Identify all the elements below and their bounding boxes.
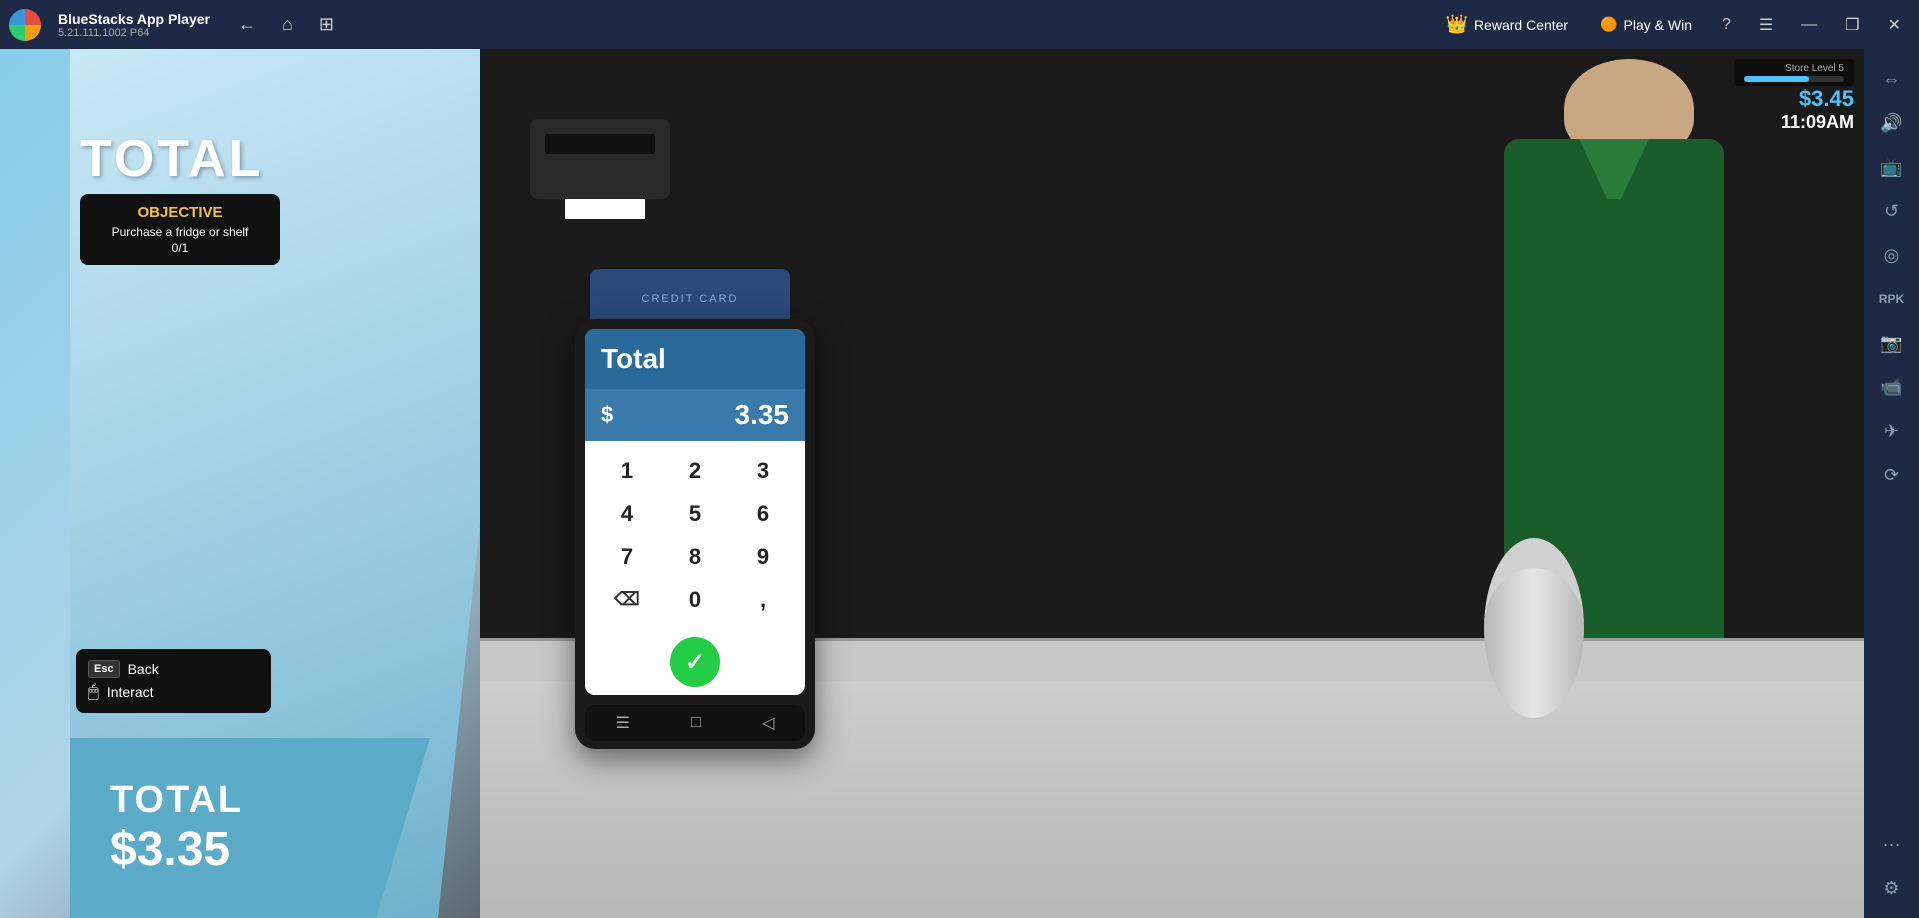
pos-key-2[interactable]: 2 xyxy=(661,449,729,492)
game-area: TOTAL OBJECTIVE Purchase a fridge or she… xyxy=(0,49,1864,918)
pos-keypad: 1 2 3 4 5 6 7 8 9 ⌫ 0 , xyxy=(585,441,805,629)
home-nav-button[interactable]: ⌂ xyxy=(274,10,301,39)
back-label: Back xyxy=(128,661,159,677)
pos-amount-row: $ 3.35 xyxy=(585,389,805,441)
sidebar-more-icon[interactable]: ··· xyxy=(1872,824,1912,864)
printer-body xyxy=(530,119,670,199)
total-bottom-label: TOTAL xyxy=(110,779,243,822)
sidebar-volume-icon[interactable]: 🔊 xyxy=(1872,103,1912,143)
printer-slot xyxy=(545,134,655,154)
play-win-label: Play & Win xyxy=(1624,17,1692,33)
level-bar-fill xyxy=(1744,76,1809,82)
pos-key-comma[interactable]: , xyxy=(729,578,797,621)
app-name: BlueStacks App Player xyxy=(58,11,210,27)
restore-button[interactable]: ❐ xyxy=(1837,11,1867,39)
reward-center-label: Reward Center xyxy=(1474,17,1568,33)
back-nav-button[interactable]: ← xyxy=(230,10,264,39)
sidebar-refresh-icon[interactable]: ⟳ xyxy=(1872,455,1912,495)
bluestacks-logo-icon xyxy=(9,9,41,41)
pos-dollar-sign: $ xyxy=(601,402,613,428)
cylinder-object xyxy=(1484,538,1584,718)
credit-card-text: CREDIT CARD xyxy=(642,293,739,305)
minimize-button[interactable]: — xyxy=(1793,12,1825,38)
crown-icon: 👑 xyxy=(1446,14,1468,35)
pos-nav-menu-icon[interactable]: ☰ xyxy=(616,713,630,733)
pos-nav-bar: ☰ □ ◁ xyxy=(585,705,805,741)
pos-key-backspace[interactable]: ⌫ xyxy=(593,578,661,621)
pos-amount: 3.35 xyxy=(735,399,790,431)
pos-nav-home-icon[interactable]: □ xyxy=(691,714,701,732)
sidebar-rpk-icon[interactable]: RPK xyxy=(1872,279,1912,319)
titlebar-right: 👑 Reward Center 🟠 Play & Win ? ☰ — ❐ ✕ xyxy=(1436,10,1909,39)
esc-key: Esc xyxy=(88,660,120,678)
app-logo xyxy=(0,0,50,49)
pos-key-5[interactable]: 5 xyxy=(661,492,729,535)
interact-control: 🖱 Interact xyxy=(88,681,259,702)
pos-key-0[interactable]: 0 xyxy=(661,578,729,621)
money-display: $3.45 xyxy=(1734,86,1854,112)
total-bottom-section: TOTAL $3.35 xyxy=(70,738,430,918)
play-win-button[interactable]: 🟠 Play & Win xyxy=(1590,12,1702,37)
objective-description: Purchase a fridge or shelf xyxy=(94,225,266,239)
pos-terminal: Total $ 3.35 1 2 3 4 5 6 7 8 9 ⌫ 0 , ✓ xyxy=(575,319,815,749)
pos-total-text: Total xyxy=(601,343,666,374)
right-sidebar: ⇔ 🔊 📺 ↺ ◎ RPK 📷 📹 ✈ ⟳ ··· ⚙ xyxy=(1864,49,1919,918)
mouse-icon: 🖱 xyxy=(88,681,99,702)
menu-button[interactable]: ☰ xyxy=(1751,11,1781,39)
pos-screen: Total $ 3.35 1 2 3 4 5 6 7 8 9 ⌫ 0 , ✓ xyxy=(585,329,805,695)
pos-key-6[interactable]: 6 xyxy=(729,492,797,535)
receipt-printer xyxy=(530,119,680,239)
sidebar-camera-icon[interactable]: 📺 xyxy=(1872,147,1912,187)
pos-nav-back-icon[interactable]: ◁ xyxy=(762,713,774,733)
pos-key-8[interactable]: 8 xyxy=(661,535,729,578)
hud-top-right: Store Level 5 $3.45 11:09AM xyxy=(1734,59,1854,133)
total-bottom-amount: $3.35 xyxy=(110,822,230,877)
close-button[interactable]: ✕ xyxy=(1880,11,1909,39)
store-level-bar: Store Level 5 xyxy=(1734,59,1854,86)
orange-icon: 🟠 xyxy=(1600,16,1617,33)
sidebar-flight-icon[interactable]: ✈ xyxy=(1872,411,1912,451)
level-bar-background xyxy=(1744,76,1844,82)
pos-total-header: Total xyxy=(585,329,805,389)
interact-label: Interact xyxy=(107,684,154,700)
pos-key-9[interactable]: 9 xyxy=(729,535,797,578)
objective-title: OBJECTIVE xyxy=(94,204,266,221)
sidebar-screenshot-icon[interactable]: 📷 xyxy=(1872,323,1912,363)
nav-buttons: ← ⌂ ⊞ xyxy=(230,10,342,39)
objective-box: OBJECTIVE Purchase a fridge or shelf 0/1 xyxy=(80,194,280,265)
pos-key-3[interactable]: 3 xyxy=(729,449,797,492)
store-level-text: Store Level 5 xyxy=(1785,63,1844,74)
time-display: 11:09AM xyxy=(1734,112,1854,133)
controls-box: Esc Back 🖱 Interact xyxy=(76,649,271,713)
sidebar-location-icon[interactable]: ◎ xyxy=(1872,235,1912,275)
pos-confirm-button[interactable]: ✓ xyxy=(670,637,720,687)
total-label-left: TOTAL xyxy=(80,129,264,189)
pos-key-4[interactable]: 4 xyxy=(593,492,661,535)
objective-progress: 0/1 xyxy=(94,241,266,255)
app-version: 5.21.111.1002 P64 xyxy=(58,27,210,39)
reward-center-button[interactable]: 👑 Reward Center xyxy=(1436,10,1579,39)
sidebar-expand-icon[interactable]: ⇔ xyxy=(1872,59,1912,99)
sidebar-record-icon[interactable]: 📹 xyxy=(1872,367,1912,407)
app-info: BlueStacks App Player 5.21.111.1002 P64 xyxy=(58,11,210,39)
pos-key-7[interactable]: 7 xyxy=(593,535,661,578)
titlebar: BlueStacks App Player 5.21.111.1002 P64 … xyxy=(0,0,1919,49)
pos-confirm-row: ✓ xyxy=(585,629,805,695)
sidebar-settings-icon[interactable]: ⚙ xyxy=(1872,868,1912,908)
pos-key-1[interactable]: 1 xyxy=(593,449,661,492)
sidebar-rotate-icon[interactable]: ↺ xyxy=(1872,191,1912,231)
tabs-nav-button[interactable]: ⊞ xyxy=(311,10,342,39)
help-button[interactable]: ? xyxy=(1714,12,1739,38)
back-control: Esc Back xyxy=(88,660,259,678)
